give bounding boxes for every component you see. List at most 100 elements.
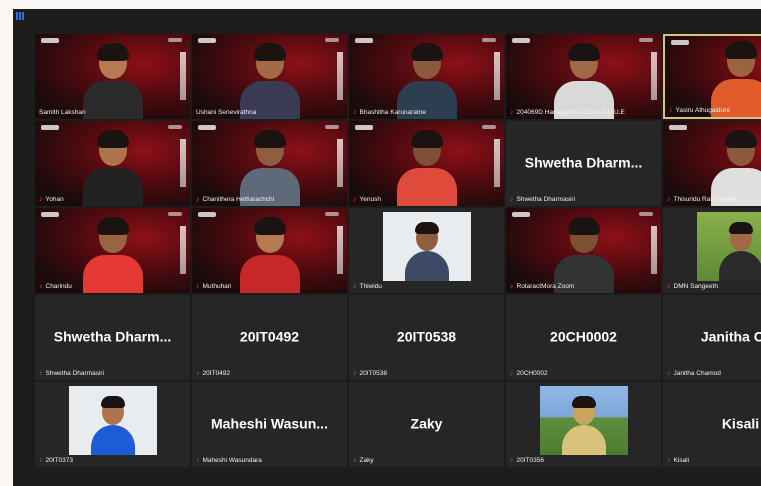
participant-tile[interactable]: ♪ 20IT0356 (506, 382, 661, 467)
profile-photo (696, 212, 761, 281)
participant-name-label: ♪ Maheshi Wasundara (196, 456, 343, 465)
participant-tile[interactable]: 20IT0538 ♪ 20IT0538 (349, 295, 504, 380)
participant-tile[interactable]: ♪ Bhashitha Karunaratne (349, 34, 504, 119)
participant-name-text: Shwetha Dharmasiri (45, 370, 105, 377)
participant-name-label: ♪ Bhashitha Karunaratne (353, 108, 500, 117)
participant-name-text: 20IT0492 (202, 370, 230, 377)
participant-name-text: Samith Lakshan (39, 109, 86, 116)
participant-tile[interactable]: ♪ Thisuridu Rathnayake (663, 121, 761, 206)
participant-tile[interactable]: ♪ Chanithera Hettiarachchi (192, 121, 347, 206)
backdrop-logo-secondary (325, 125, 339, 129)
participant-tile[interactable]: Janitha Cha ♪Janitha Chamod (663, 295, 761, 380)
participant-name-text: 20IT0538 (359, 370, 387, 377)
participant-name-label: ♪ Shwetha Dharmasiri (39, 369, 186, 378)
mic-muted-icon: ♪ (353, 370, 357, 377)
profile-photo (382, 212, 471, 281)
participant-name-text: Ushani Senevirathna (196, 109, 257, 116)
backdrop-logo-secondary (639, 212, 653, 216)
participant-name-text: Yasiru Athugaldure (675, 107, 730, 114)
participant-tile[interactable]: ♪ Charindu (35, 208, 190, 293)
backdrop-logo (41, 38, 59, 43)
backdrop-banner (651, 52, 657, 100)
participant-tile[interactable]: ♪ Muthuhari (192, 208, 347, 293)
participant-name-label: ♪ RotaractMora Zoom (510, 282, 657, 291)
participant-tile[interactable]: ♪ 204069D Harisagama D.E.M.A.U.U.E (506, 34, 661, 119)
backdrop-logo (198, 125, 216, 130)
participant-name-text: Thiwidu (359, 283, 382, 290)
participant-name-label: ♪ DMN Sangeeth (667, 282, 761, 291)
mic-muted-icon: ♪ (39, 457, 43, 464)
participant-name-label: ♪ Janitha Chamod (667, 369, 761, 378)
backdrop-logo (198, 38, 216, 43)
participant-tile[interactable]: Zaky ♪ Zaky (349, 382, 504, 467)
participant-tile[interactable]: ♪ Thiwidu (349, 208, 504, 293)
backdrop-logo (41, 125, 59, 130)
participant-name-label: ♪ Zaky (353, 456, 500, 465)
participant-tile[interactable]: Ushani Senevirathna (192, 34, 347, 119)
participant-display-name: Kisali (721, 414, 760, 431)
participant-tile[interactable]: ♪ Yohan (35, 121, 190, 206)
participant-name-label: ♪ Chanithera Hettiarachchi (196, 195, 343, 204)
participant-tile[interactable]: Maheshi Wasun... ♪ Maheshi Wasundara (192, 382, 347, 467)
participant-name-label: ♪ Muthuhari (196, 282, 343, 291)
mic-muted-icon: ♪ (667, 370, 671, 377)
backdrop-logo (41, 212, 59, 217)
participant-tile[interactable]: 20CH0002 ♪ 20CH0002 (506, 295, 661, 380)
mic-muted-icon: ♪ (196, 283, 200, 290)
profile-photo (539, 386, 628, 455)
participant-name-label: ♪ 20IT0356 (510, 456, 657, 465)
mic-muted-icon: ♪ (510, 457, 514, 464)
participant-tile[interactable]: ♪ Yenush (349, 121, 504, 206)
video-gallery: Samith Lakshan Ushani Senevirathna ♪ Bhashi… (13, 9, 761, 486)
participant-tile[interactable]: ♪ DMN Sangeeth (663, 208, 761, 293)
mic-muted-icon: ♪ (667, 283, 671, 290)
participant-name-label: ♪ Thisuridu Rathnayake (667, 195, 761, 204)
backdrop-banner (494, 52, 500, 100)
participant-tile[interactable]: Samith Lakshan (35, 34, 190, 119)
participant-name-text: Muthuhari (202, 283, 232, 290)
backdrop-banner (337, 52, 343, 100)
backdrop-logo-secondary (168, 38, 182, 42)
participant-name-text: Yenush (359, 196, 381, 203)
mic-muted-icon: ♪ (353, 283, 357, 290)
participant-tile[interactable]: Shwetha Dharm... ♪ Shwetha Dharmasiri (506, 121, 661, 206)
participant-name-text: Shwetha Dharmasiri (516, 196, 576, 203)
mic-muted-icon: ♪ (510, 196, 514, 203)
grid-menu-icon[interactable] (16, 12, 26, 20)
backdrop-banner (337, 139, 343, 187)
participant-tile[interactable]: ♪ RotaractMora Zoom (506, 208, 661, 293)
profile-photo (68, 386, 157, 455)
participant-display-name: 20IT0538 (396, 327, 457, 344)
participant-tile[interactable]: Shwetha Dharm... ♪ Shwetha Dharmasiri (35, 295, 190, 380)
participant-name-text: Zaky (359, 457, 374, 464)
participant-display-name: 20IT0492 (239, 327, 300, 344)
participant-name-text: Kisali (673, 457, 690, 464)
backdrop-logo-secondary (325, 212, 339, 216)
participant-tile[interactable]: ♪ 20IT0373 (35, 382, 190, 467)
participant-name-text: 20IT0373 (45, 457, 73, 464)
mic-muted-icon: ♪ (510, 283, 514, 290)
backdrop-banner (651, 226, 657, 274)
participant-name-text: Thisuridu Rathnayake (673, 196, 737, 203)
participant-name-label: ♪ Shwetha Dharmasiri (510, 195, 657, 204)
participant-name-label: ♪ 20IT0492 (196, 369, 343, 378)
participant-name-label: ♪ Yasiru Athugaldure (669, 106, 761, 115)
participant-tile[interactable]: 20IT0492 ♪ 20IT0492 (192, 295, 347, 380)
backdrop-banner (180, 52, 186, 100)
backdrop-banner (494, 139, 500, 187)
backdrop-logo-secondary (639, 38, 653, 42)
backdrop-logo (355, 125, 373, 130)
mic-muted-icon: ♪ (667, 457, 671, 464)
participant-name-label: ♪ 20IT0373 (39, 456, 186, 465)
participant-tile[interactable]: ♪ Yasiru Athugaldure (663, 34, 761, 119)
mic-muted-icon: ♪ (353, 109, 357, 116)
participant-tile[interactable]: Kisali ♪ Kisali (663, 382, 761, 467)
participant-name-label: ♪ Yohan (39, 195, 186, 204)
backdrop-logo (512, 212, 530, 217)
participant-name-label: ♪ Thiwidu (353, 282, 500, 291)
backdrop-logo-secondary (325, 38, 339, 42)
mic-muted-icon: ♪ (39, 196, 43, 203)
backdrop-logo (512, 38, 530, 43)
backdrop-logo (355, 38, 373, 43)
participant-name-text: 204069D Harisagama D.E.M.A.U.U.E (516, 109, 625, 116)
